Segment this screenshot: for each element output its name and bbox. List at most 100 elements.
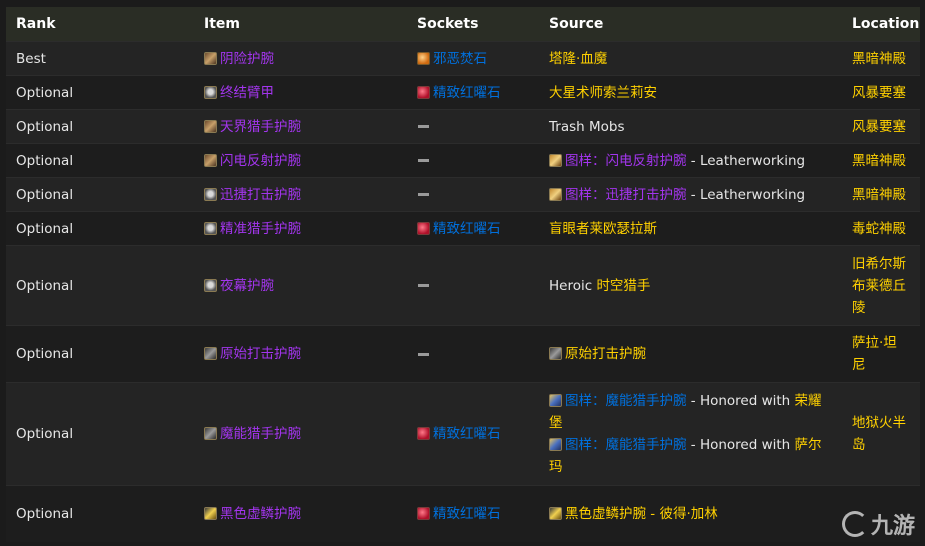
crafted-item-icon xyxy=(549,347,562,360)
location-cell: 地狱火半岛 xyxy=(842,382,920,486)
socket-link[interactable]: 邪恶焚石 xyxy=(433,51,487,67)
location-link[interactable]: 地狱火半岛 xyxy=(852,415,906,453)
location-cell: 萨拉·坦尼 xyxy=(842,325,920,383)
item-cell[interactable]: 黑色虚鳞护腕 xyxy=(194,485,407,542)
item-link[interactable]: 夜幕护腕 xyxy=(220,278,274,294)
recipe-link[interactable]: 图样：闪电反射护腕 xyxy=(565,153,687,169)
red-gem-icon xyxy=(417,85,430,99)
rank-cell: Optional xyxy=(6,143,194,178)
location-cell: 旧希尔斯布莱德丘陵 xyxy=(842,245,920,326)
location-link[interactable]: 毒蛇神殿 xyxy=(852,221,906,237)
rank-cell: Optional xyxy=(6,109,194,144)
socket-cell[interactable]: 精致红曜石 xyxy=(407,382,539,486)
location-link[interactable]: 黑暗神殿 xyxy=(852,187,906,203)
socket-cell[interactable]: 精致红曜石 xyxy=(407,75,539,110)
nine-game-logo-icon xyxy=(841,511,868,537)
rank-cell: Optional xyxy=(6,245,194,326)
table-row: Best 阴险护腕 邪恶焚石 塔隆·血魔 黑暗神殿 xyxy=(6,41,920,76)
location-link[interactable]: 风暴要塞 xyxy=(852,119,906,135)
item-link[interactable]: 精准猎手护腕 xyxy=(220,221,301,237)
location-cell: 风暴要塞 xyxy=(842,109,920,144)
socket-link[interactable]: 精致红曜石 xyxy=(433,506,501,522)
socket-cell xyxy=(407,109,539,144)
recipe-icon xyxy=(549,438,562,451)
item-link[interactable]: 天界猎手护腕 xyxy=(220,119,301,135)
boss-link[interactable]: 盲眼者莱欧瑟拉斯 xyxy=(549,221,657,237)
socket-link[interactable]: 精致红曜石 xyxy=(433,221,501,237)
item-cell[interactable]: 终结臂甲 xyxy=(194,75,407,110)
source-mid: - Honored with xyxy=(686,393,795,409)
item-link[interactable]: 黑色虚鳞护腕 xyxy=(220,506,301,522)
item-link[interactable]: 迅捷打击护腕 xyxy=(220,187,301,203)
red-gem-icon xyxy=(417,221,430,235)
source-line-2: 图样：魔能猎手护腕 - Honored with 萨尔玛 xyxy=(549,434,832,478)
table-row: Optional 迅捷打击护腕 图样：迅捷打击护腕 - Leatherworki… xyxy=(6,177,920,212)
socket-cell xyxy=(407,177,539,212)
header-sockets[interactable]: Sockets xyxy=(407,7,539,42)
no-socket-dash xyxy=(418,125,429,128)
location-link[interactable]: 旧希尔斯布莱德丘陵 xyxy=(852,256,906,316)
item-link[interactable]: 闪电反射护腕 xyxy=(220,153,301,169)
item-cell[interactable]: 精准猎手护腕 xyxy=(194,211,407,246)
no-socket-dash xyxy=(418,193,429,196)
socket-link[interactable]: 精致红曜石 xyxy=(433,85,501,101)
location-link[interactable]: 黑暗神殿 xyxy=(852,51,906,67)
bracer-icon xyxy=(204,51,217,65)
item-cell[interactable]: 迅捷打击护腕 xyxy=(194,177,407,212)
header-rank[interactable]: Rank xyxy=(6,7,194,42)
source-cell: 盲眼者莱欧瑟拉斯 xyxy=(539,211,842,246)
no-socket-dash xyxy=(418,352,429,356)
location-cell: 黑暗神殿 xyxy=(842,41,920,76)
source-line-1: 图样：魔能猎手护腕 - Honored with 荣耀堡 xyxy=(549,390,832,434)
table-row: Optional 原始打击护腕 原始打击护腕 萨拉·坦尼 xyxy=(6,325,920,383)
rank-cell: Optional xyxy=(6,211,194,246)
recipe-link[interactable]: 图样：迅捷打击护腕 xyxy=(565,187,687,203)
item-cell[interactable]: 天界猎手护腕 xyxy=(194,109,407,144)
item-cell[interactable]: 夜幕护腕 xyxy=(194,245,407,326)
skull-bracer-icon xyxy=(204,221,217,235)
location-cell: 黑暗神殿 xyxy=(842,177,920,212)
header-location[interactable]: Location xyxy=(842,7,920,42)
header-item[interactable]: Item xyxy=(194,7,407,42)
skull-bracer-icon xyxy=(204,278,217,292)
gear-table: Rank Item Sockets Source Location Best 阴… xyxy=(6,7,920,542)
rank-cell: Optional xyxy=(6,75,194,110)
orange-gem-icon xyxy=(417,51,430,65)
boss-link[interactable]: 时空猎手 xyxy=(596,278,650,294)
source-cell: 图样：闪电反射护腕 - Leatherworking xyxy=(539,143,842,178)
no-socket-dash xyxy=(418,159,429,162)
location-cell: 黑暗神殿 xyxy=(842,143,920,178)
boss-link[interactable]: 大星术师索兰莉安 xyxy=(549,85,657,101)
table-header-row: Rank Item Sockets Source Location xyxy=(6,7,920,42)
source-suffix: - Leatherworking xyxy=(686,152,806,169)
location-link[interactable]: 风暴要塞 xyxy=(852,85,906,101)
recipe-icon xyxy=(549,394,562,407)
item-link[interactable]: 终结臂甲 xyxy=(220,85,274,101)
location-link[interactable]: 黑暗神殿 xyxy=(852,153,906,169)
table-row: Optional 魔能猎手护腕 精致红曜石 图样：魔能猎手护腕 - Honore… xyxy=(6,382,920,486)
source-link[interactable]: 黑色虚鳞护腕 - 彼得·加林 xyxy=(565,506,718,522)
boss-link[interactable]: 塔隆·血魔 xyxy=(549,51,607,67)
source-prefix: Heroic xyxy=(549,277,597,294)
recipe-link[interactable]: 图样：魔能猎手护腕 xyxy=(565,393,687,409)
item-cell[interactable]: 原始打击护腕 xyxy=(194,325,407,383)
socket-cell[interactable]: 邪恶焚石 xyxy=(407,41,539,76)
crafted-item-icon xyxy=(549,506,562,520)
location-link[interactable]: 萨拉·坦尼 xyxy=(852,335,897,373)
recipe-link[interactable]: 图样：魔能猎手护腕 xyxy=(565,437,687,453)
item-cell[interactable]: 魔能猎手护腕 xyxy=(194,382,407,486)
socket-cell[interactable]: 精致红曜石 xyxy=(407,485,539,542)
item-cell[interactable]: 阴险护腕 xyxy=(194,41,407,76)
header-source[interactable]: Source xyxy=(539,7,842,42)
skull-bracer-icon xyxy=(204,85,217,99)
source-link[interactable]: 原始打击护腕 xyxy=(565,346,646,362)
bracer-icon xyxy=(204,119,217,133)
socket-cell[interactable]: 精致红曜石 xyxy=(407,211,539,246)
item-link[interactable]: 魔能猎手护腕 xyxy=(220,426,301,442)
item-link[interactable]: 原始打击护腕 xyxy=(220,346,301,362)
item-cell[interactable]: 闪电反射护腕 xyxy=(194,143,407,178)
gold-bracer-icon xyxy=(204,506,217,520)
item-link[interactable]: 阴险护腕 xyxy=(220,51,274,67)
socket-link[interactable]: 精致红曜石 xyxy=(433,426,501,442)
source-mid: - Honored with xyxy=(686,437,795,453)
